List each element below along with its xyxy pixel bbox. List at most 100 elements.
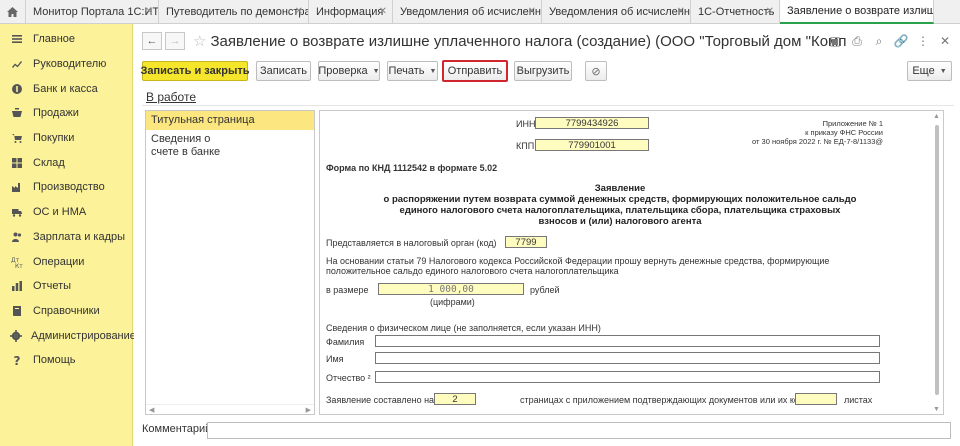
name-field[interactable] — [375, 352, 880, 364]
paperclip-icon: ⊘ — [591, 65, 601, 78]
appendix-note: Приложение № 1 к приказу ФНС России от 3… — [752, 119, 883, 146]
back-button[interactable]: ← — [142, 32, 162, 50]
check-button[interactable]: Проверка ▼ — [318, 61, 380, 81]
link-icon[interactable]: 🔗 — [892, 32, 910, 50]
book-icon — [10, 304, 24, 318]
more-button[interactable]: Еще ▼ — [907, 61, 952, 81]
tab-notifications-1[interactable]: Уведомления об исчисленн... ✕ — [393, 0, 542, 24]
horizontal-scrollbar[interactable]: ◀ ▶ — [146, 404, 314, 414]
arrow-right-icon: → — [169, 35, 181, 47]
document-title-line: Заявление — [594, 183, 646, 194]
scroll-thumb[interactable] — [935, 125, 939, 395]
caret-down-icon: ▼ — [429, 67, 437, 75]
tab-notifications-2[interactable]: Уведомления об исчисленн... ✕ — [542, 0, 691, 24]
close-icon[interactable]: ✕ — [766, 6, 774, 17]
send-label: Отправить — [447, 65, 503, 77]
close-icon[interactable]: ✕ — [145, 6, 153, 17]
document-title-line: о распоряжении путем возврата суммой ден… — [383, 194, 857, 205]
home-button[interactable] — [0, 0, 26, 24]
name-label: Имя — [326, 354, 344, 364]
forward-button[interactable]: → — [165, 32, 185, 50]
sidebar-item-label: Администрирование — [31, 329, 136, 342]
sidebar-item-label: Склад — [33, 156, 65, 169]
print-button[interactable]: Печать ▼ — [387, 61, 438, 81]
attach-icon[interactable]: ⌕ — [870, 32, 888, 50]
comment-input[interactable] — [207, 422, 951, 439]
basket-icon — [10, 106, 24, 120]
sheets-field[interactable] — [795, 393, 837, 405]
print-icon[interactable]: ⎙ — [848, 32, 866, 50]
scroll-right-icon: ▶ — [305, 407, 311, 414]
section-item-title-page[interactable]: Титульная страница — [146, 111, 314, 130]
caret-down-icon: ▼ — [372, 67, 380, 75]
tab-its-monitor[interactable]: Монитор Портала 1С:ИТС ✕ — [26, 0, 159, 24]
sidebar-item-warehouse[interactable]: Склад — [0, 150, 132, 175]
sidebar-item-label: Главное — [33, 33, 76, 46]
sidebar-item-label: Справочники — [33, 304, 100, 317]
sidebar-item-label: Покупки — [33, 132, 75, 145]
save-icon[interactable]: ▣ — [826, 32, 844, 50]
pages-field[interactable]: 2 — [434, 393, 476, 405]
inn-field[interactable]: 7799434926 — [535, 117, 649, 129]
tab-label: 1С-Отчетность — [698, 6, 775, 18]
basis-line: положительное сальдо единого налогового … — [326, 266, 619, 276]
sidebar-item-directories[interactable]: Справочники — [0, 299, 132, 324]
arrow-left-icon: ← — [146, 35, 158, 47]
close-icon[interactable]: ✕ — [677, 6, 685, 17]
sidebar-item-label: Помощь — [33, 354, 76, 367]
basis-line: На основании статьи 79 Налогового кодекс… — [326, 256, 830, 266]
tab-refund-application[interactable]: Заявление о возврате излиш... ✕ — [780, 0, 934, 24]
sidebar-item-main[interactable]: Главное — [0, 27, 132, 52]
save-button[interactable]: Записать — [256, 61, 311, 81]
svg-text:?: ? — [14, 354, 21, 366]
export-button[interactable]: Выгрузить — [514, 61, 572, 81]
kpp-field[interactable]: 779901001 — [535, 139, 649, 151]
star-icon[interactable]: ☆ — [193, 32, 206, 50]
sidebar-item-management[interactable]: Руководителю — [0, 52, 132, 77]
tab-label: Монитор Портала 1С:ИТС — [33, 6, 159, 18]
close-icon[interactable]: ✕ — [528, 6, 536, 17]
tab-label: Заявление о возврате излиш... — [787, 5, 934, 17]
sidebar-item-payroll[interactable]: Зарплата и кадры — [0, 225, 132, 250]
appendix-line: Приложение № 1 — [822, 119, 883, 128]
sidebar-item-fixed-assets[interactable]: ОС и НМА — [0, 200, 132, 225]
sidebar-item-help[interactable]: ? Помощь — [0, 348, 132, 373]
sidebar-item-reports[interactable]: Отчеты — [0, 274, 132, 299]
patronymic-field[interactable] — [375, 371, 880, 383]
amount-field[interactable]: 1 000,00 — [378, 283, 524, 295]
close-icon[interactable]: ✕ — [920, 6, 928, 17]
tab-1c-reporting[interactable]: 1С-Отчетность ✕ — [691, 0, 780, 24]
menu-icon — [10, 32, 24, 46]
sidebar-item-bank[interactable]: Банк и касса — [0, 76, 132, 101]
attach-button[interactable]: ⊘ — [585, 61, 607, 81]
amount-unit: рублей — [530, 285, 560, 295]
section-list: Титульная страница Сведения о счете в ба… — [145, 110, 315, 415]
tax-office-field[interactable]: 7799 — [505, 236, 547, 248]
save-label: Записать — [259, 65, 307, 77]
close-icon[interactable]: ✕ — [936, 32, 954, 50]
tab-information[interactable]: Информация ✕ — [309, 0, 393, 24]
status-link[interactable]: В работе — [146, 90, 196, 104]
send-button[interactable]: Отправить — [442, 60, 508, 82]
close-icon[interactable]: ✕ — [379, 6, 387, 17]
sidebar-item-label: Продажи — [33, 107, 79, 120]
save-and-close-button[interactable]: Записать и закрыть — [140, 61, 250, 81]
vertical-scrollbar[interactable]: ▲ ▼ — [933, 113, 941, 413]
sidebar-item-sales[interactable]: Продажи — [0, 101, 132, 126]
sidebar-item-label: Руководителю — [33, 58, 107, 71]
tab-label: Уведомления об исчисленн... — [400, 6, 542, 18]
tab-demo-guide[interactable]: Путеводитель по демонстра... ✕ — [159, 0, 309, 24]
close-icon[interactable]: ✕ — [295, 6, 303, 17]
sidebar-item-administration[interactable]: Администрирование — [0, 323, 136, 348]
check-label: Проверка — [318, 65, 368, 77]
sidebar-item-operations[interactable]: Дт Кт Операции — [0, 249, 132, 274]
sidebar-item-purchases[interactable]: Покупки — [0, 126, 132, 151]
surname-field[interactable] — [375, 335, 880, 347]
form-code: Форма по КНД 1112542 в формате 5.02 — [326, 163, 498, 173]
sidebar-item-production[interactable]: Производство — [0, 175, 132, 200]
tab-label: Информация — [316, 6, 384, 18]
section-item-bank-account[interactable]: Сведения о счете в банке — [146, 130, 246, 162]
person-info-label: Сведения о физическом лице (не заполняет… — [326, 323, 601, 333]
factory-icon — [10, 180, 24, 194]
more-icon[interactable]: ⋮ — [914, 32, 932, 50]
